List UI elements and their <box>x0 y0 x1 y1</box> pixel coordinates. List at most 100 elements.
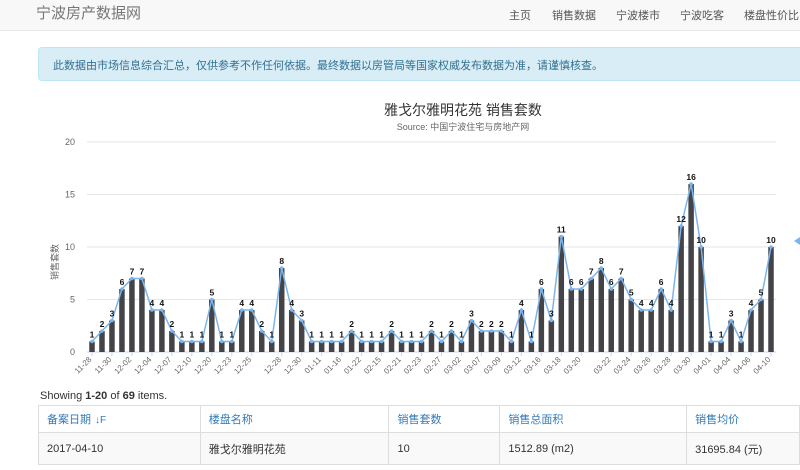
bar <box>448 331 455 352</box>
bar <box>628 299 634 352</box>
header-units-sold-label[interactable]: 销售套数 <box>397 414 441 426</box>
x-tick-label: 12-28 <box>262 355 283 376</box>
series-point <box>459 339 464 344</box>
series-point <box>309 339 314 344</box>
header-record-date[interactable]: 备案日期 ↓F <box>38 405 201 433</box>
series-point <box>469 318 474 323</box>
data-label: 1 <box>189 330 194 340</box>
series-point <box>259 329 264 333</box>
series-point <box>569 287 574 291</box>
series-point <box>220 339 224 344</box>
data-label: 11 <box>557 225 566 235</box>
series-point <box>379 339 384 344</box>
data-label: 1 <box>399 330 404 340</box>
x-tick-label: 03-24 <box>612 355 633 376</box>
series-point <box>549 318 554 323</box>
header-project-name[interactable]: 楼盘名称 <box>199 405 390 433</box>
x-tick-label: 12-30 <box>282 355 303 376</box>
series-point <box>449 329 454 333</box>
series-point <box>709 339 713 344</box>
bar <box>119 289 125 352</box>
data-label: 1 <box>309 330 314 340</box>
nav-home[interactable]: 主页 <box>509 7 531 23</box>
chart-scroll-handle[interactable] <box>794 237 800 245</box>
y-axis-title: 销售套数 <box>49 244 60 280</box>
series-point <box>190 339 194 344</box>
series-point <box>229 339 234 344</box>
header-units-sold[interactable]: 销售套数 <box>388 405 501 433</box>
series-point <box>369 339 374 344</box>
x-tick-label: 11-28 <box>73 355 94 376</box>
series-point <box>339 339 344 344</box>
series-point <box>619 276 624 281</box>
data-label: 6 <box>579 277 584 287</box>
series-point <box>719 339 723 344</box>
x-tick-label: 03-16 <box>522 355 543 376</box>
data-label: 1 <box>509 330 514 340</box>
data-label: 1 <box>319 330 324 340</box>
data-label: 4 <box>639 298 644 308</box>
site-brand[interactable]: 宁波房产数据网 <box>36 2 141 23</box>
nav-value-ranking[interactable]: 楼盘性价比 <box>744 7 799 23</box>
data-label: 1 <box>419 330 424 340</box>
series-point <box>429 329 434 333</box>
bar <box>159 310 165 352</box>
table-summary: Showing 1-20 of 69 items. <box>40 390 167 402</box>
y-tick-label: 0 <box>70 347 75 357</box>
series-point <box>489 329 494 333</box>
header-avg-price-label[interactable]: 销售均价 <box>695 414 739 426</box>
data-label: 12 <box>676 214 686 224</box>
data-label: 3 <box>110 309 115 319</box>
disclaimer-alert: 此数据由市场信息综合汇总，仅供参考不作任何依据。最终数据以房管局等国家权威发布数… <box>38 47 800 81</box>
cell-total-area: 1512.89 (m2) <box>499 432 688 465</box>
series-point <box>729 318 733 323</box>
header-record-date-label[interactable]: 备案日期 <box>47 414 91 426</box>
series-point <box>519 308 524 312</box>
header-project-name-label[interactable]: 楼盘名称 <box>209 414 253 426</box>
table-header-row: 备案日期 ↓F 楼盘名称 销售套数 销售总面积 销售均价 <box>38 405 800 433</box>
cell-units-sold: 10 <box>388 432 501 465</box>
y-tick-label: 15 <box>65 190 75 200</box>
data-label: 2 <box>489 319 494 329</box>
data-label: 2 <box>479 319 484 329</box>
series-point <box>180 339 184 344</box>
data-label: 1 <box>229 330 234 340</box>
header-total-area[interactable]: 销售总面积 <box>499 405 688 433</box>
data-label: 1 <box>529 330 534 340</box>
series-point <box>699 245 703 249</box>
bar <box>648 310 654 352</box>
series-point <box>659 287 663 291</box>
x-tick-label: 03-22 <box>592 355 613 376</box>
data-label: 3 <box>299 309 304 319</box>
data-label: 6 <box>120 277 125 287</box>
x-axis-ticks: 11-28 11-30 12-02 12-04 12-07 12-10 12-20 12-23… <box>73 352 773 376</box>
data-label: 4 <box>749 298 754 308</box>
bar <box>428 331 435 352</box>
series-point <box>170 329 174 333</box>
header-total-area-label[interactable]: 销售总面积 <box>508 414 563 426</box>
series-point <box>349 329 354 333</box>
x-tick-label: 12-04 <box>132 355 153 376</box>
data-label: 4 <box>160 298 165 308</box>
x-tick-label: 03-07 <box>462 355 483 376</box>
data-label: 1 <box>329 330 334 340</box>
header-avg-price[interactable]: 销售均价 <box>686 405 800 433</box>
x-tick-label: 04-06 <box>732 355 753 376</box>
bar <box>608 289 614 352</box>
x-tick-label: 03-26 <box>632 355 653 376</box>
x-tick-label: 04-01 <box>692 355 713 376</box>
series-point <box>559 234 564 239</box>
nav-sales-data[interactable]: 销售数据 <box>552 7 596 23</box>
x-tick-label: 01-11 <box>303 355 324 376</box>
bar <box>99 331 105 352</box>
data-label: 10 <box>766 235 776 245</box>
series-point <box>639 308 643 312</box>
disclaimer-text: 此数据由市场信息综合汇总，仅供参考不作任何依据。最终数据以房管局等国家权威发布数… <box>53 60 603 72</box>
x-tick-label: 12-07 <box>152 355 173 376</box>
nav-ningbo-food[interactable]: 宁波吃客 <box>680 7 724 23</box>
nav-ningbo-market[interactable]: 宁波楼市 <box>616 7 660 23</box>
cell-record-date: 2017-04-10 <box>38 432 201 465</box>
sort-desc-icon[interactable]: ↓F <box>95 415 106 426</box>
data-label: 4 <box>249 298 254 308</box>
bar <box>498 331 505 352</box>
